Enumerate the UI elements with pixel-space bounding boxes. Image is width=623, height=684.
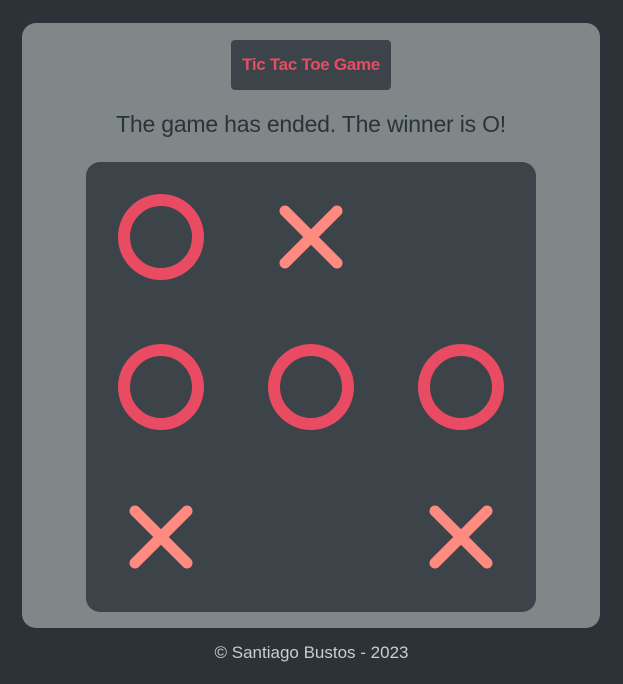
board-cell-3[interactable] [386, 162, 536, 312]
o-mark-icon [118, 344, 204, 430]
game-board [86, 162, 536, 612]
board-cell-4[interactable] [86, 312, 236, 462]
board-cell-2[interactable] [236, 162, 386, 312]
game-status-message: The game has ended. The winner is O! [116, 111, 506, 137]
game-title-button[interactable]: Tic Tac Toe Game [231, 40, 391, 90]
footer-copyright: © Santiago Bustos - 2023 [214, 643, 409, 662]
game-card: Tic Tac Toe Game The game has ended. The… [22, 23, 600, 628]
board-cell-1[interactable] [86, 162, 236, 312]
x-mark-icon [279, 205, 343, 269]
o-mark-icon [418, 344, 504, 430]
o-mark-icon [268, 344, 354, 430]
x-mark-icon [429, 505, 493, 569]
board-cell-9[interactable] [386, 462, 536, 612]
o-mark-icon [118, 194, 204, 280]
board-cell-8[interactable] [236, 462, 386, 612]
board-cell-6[interactable] [386, 312, 536, 462]
x-mark-icon [129, 505, 193, 569]
board-cell-7[interactable] [86, 462, 236, 612]
board-cell-5[interactable] [236, 312, 386, 462]
